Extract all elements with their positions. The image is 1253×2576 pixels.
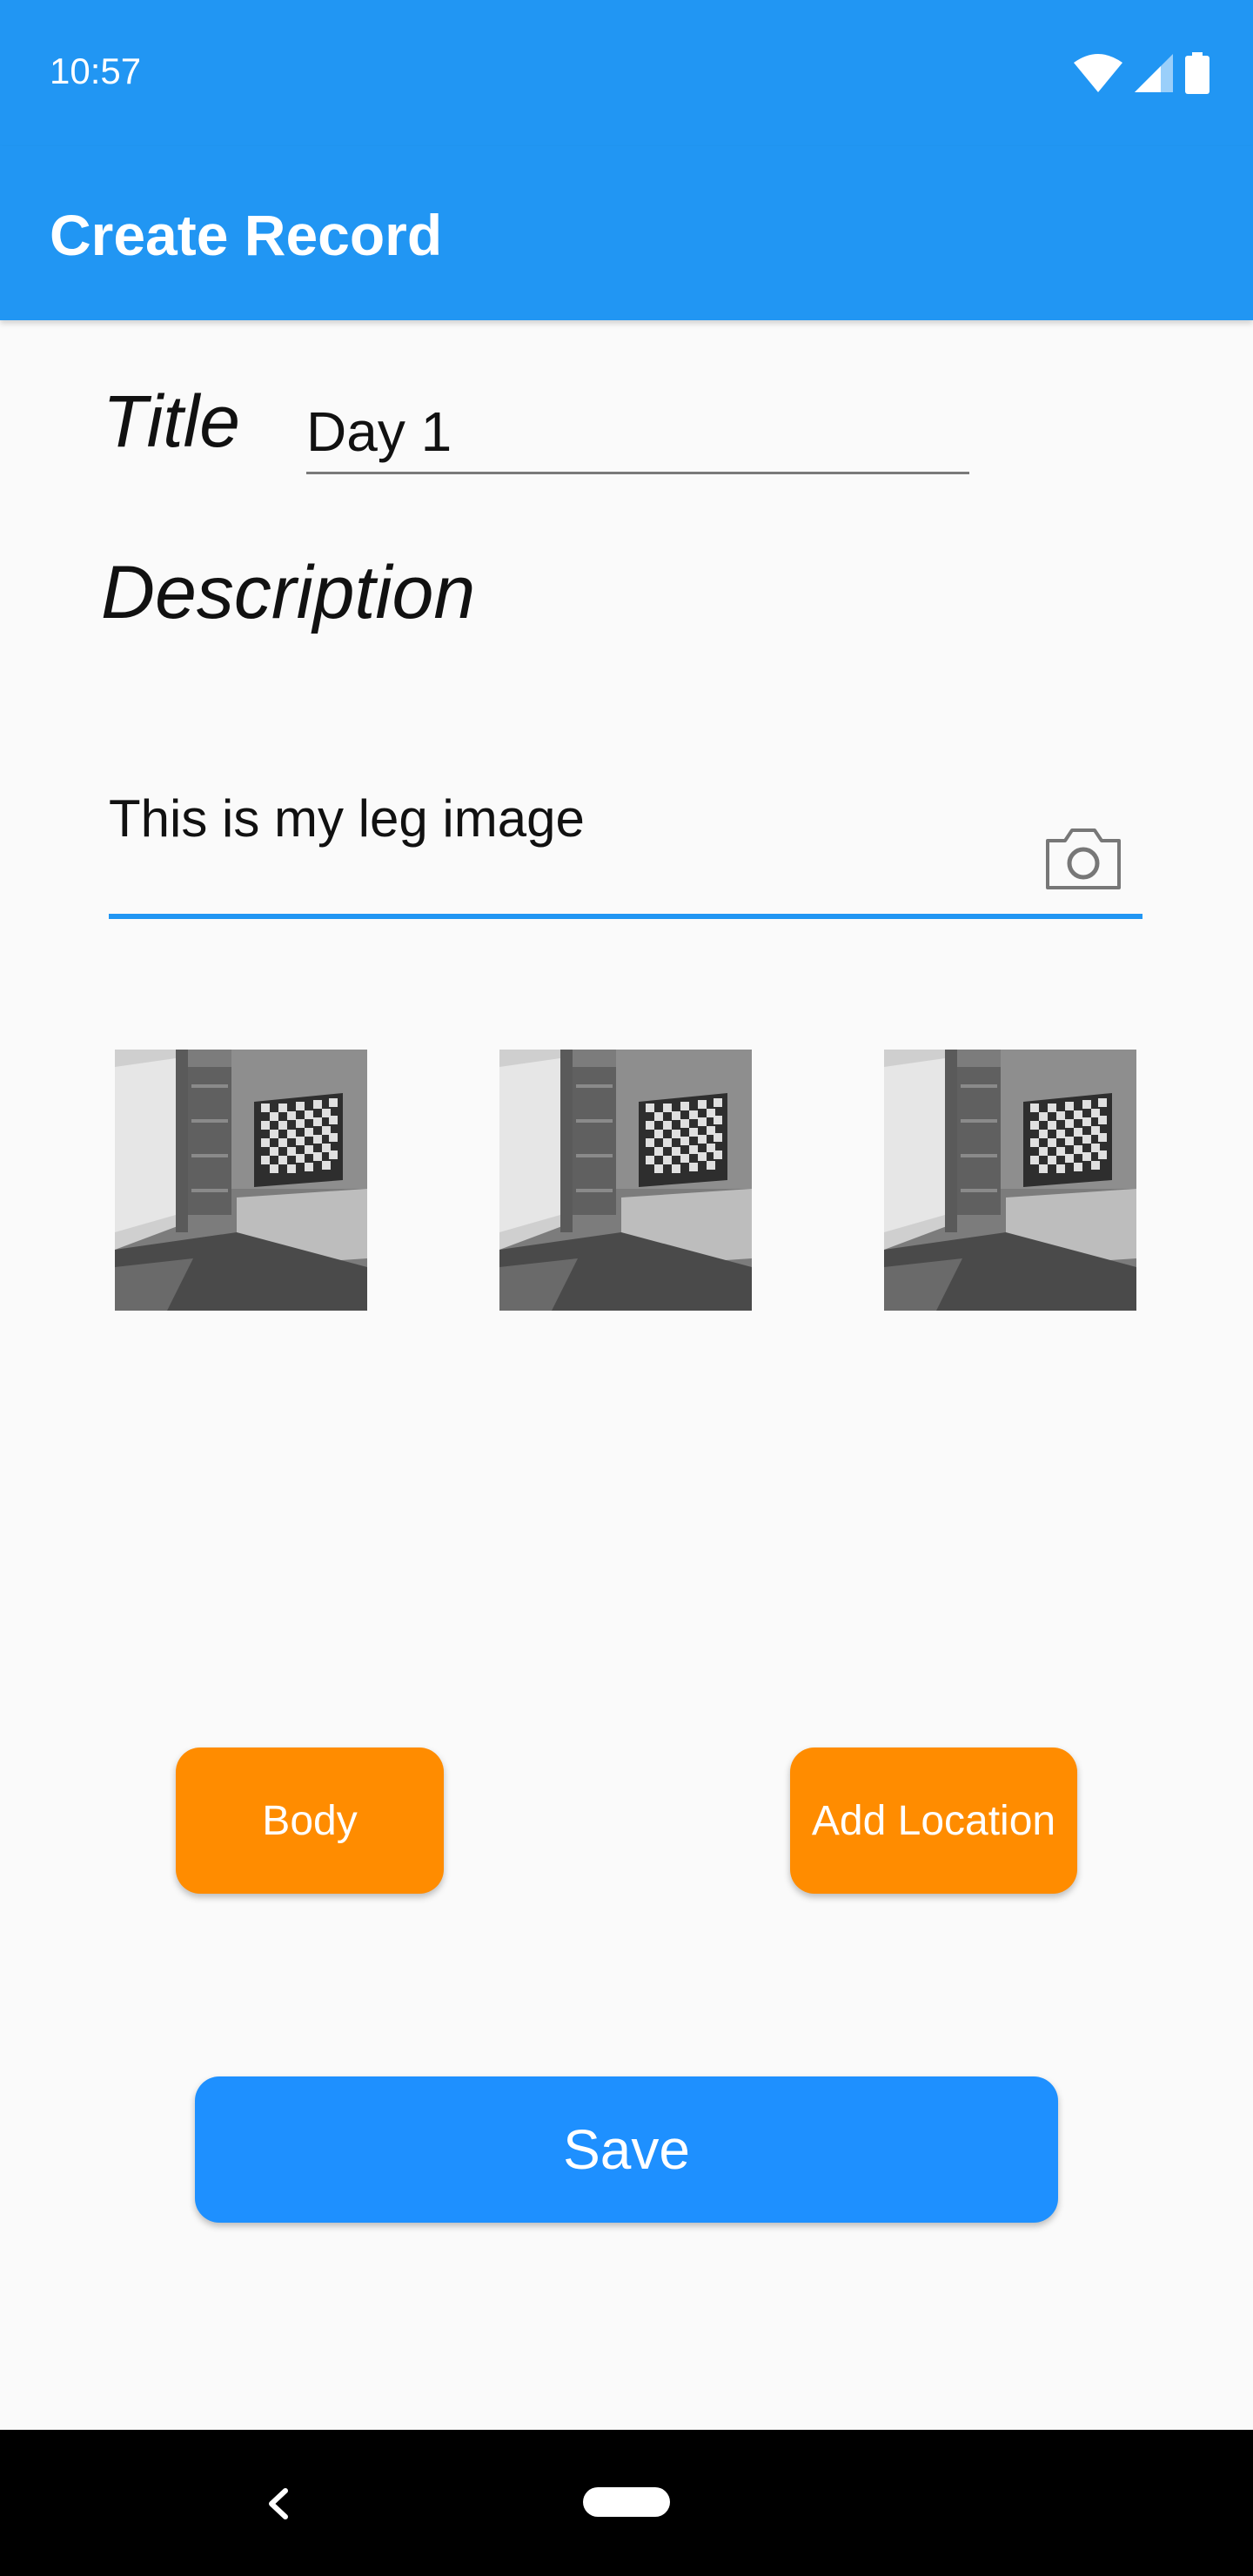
- description-input[interactable]: [109, 783, 1014, 853]
- navigation-bar: [0, 2430, 1253, 2576]
- body-button[interactable]: Body: [176, 1748, 444, 1894]
- status-bar: 10:57: [0, 0, 1253, 146]
- save-button-label: Save: [563, 2118, 690, 2181]
- body-button-label: Body: [262, 1797, 358, 1844]
- title-input[interactable]: [306, 397, 968, 466]
- camera-icon[interactable]: [1044, 827, 1128, 896]
- status-time: 10:57: [50, 50, 142, 91]
- battery-icon: [1185, 52, 1209, 98]
- home-pill[interactable]: [583, 2487, 670, 2517]
- photo-thumbnail-3[interactable]: [884, 1050, 1136, 1311]
- add-location-button[interactable]: Add Location: [790, 1748, 1077, 1894]
- description-label: Description: [101, 551, 476, 634]
- back-icon[interactable]: [252, 2473, 305, 2534]
- title-field-container: [306, 388, 969, 474]
- page-title: Create Record: [50, 203, 443, 267]
- app-bar: Create Record: [0, 146, 1253, 320]
- add-location-button-label: Add Location: [811, 1797, 1056, 1844]
- photo-thumbnail-1[interactable]: [115, 1050, 367, 1311]
- title-label: Title: [103, 380, 240, 462]
- signal-icon: [1135, 54, 1173, 97]
- status-icons: [1074, 52, 1209, 98]
- wifi-icon: [1074, 54, 1122, 97]
- description-field-container: [109, 766, 1142, 919]
- save-button[interactable]: Save: [195, 2076, 1058, 2223]
- photo-thumbnail-2[interactable]: [499, 1050, 752, 1311]
